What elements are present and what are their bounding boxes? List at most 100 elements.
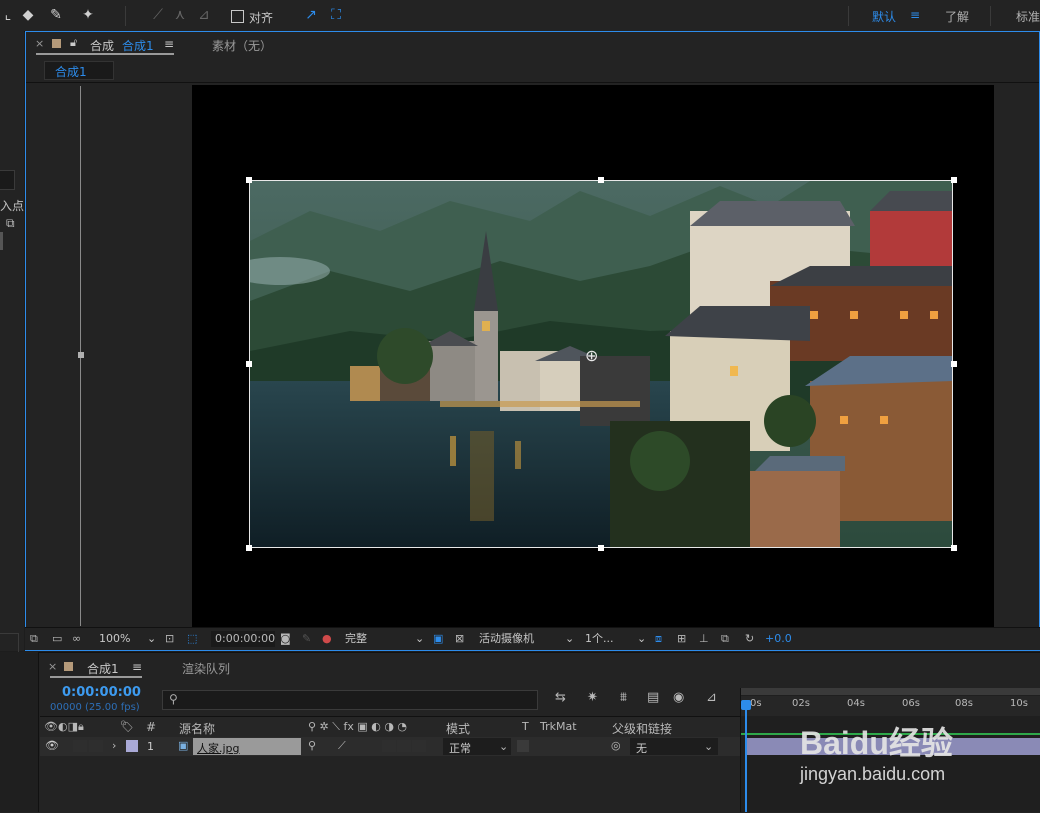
layer-image[interactable] <box>250 181 953 548</box>
quality-switch-icon[interactable]: ⟋ <box>338 739 346 753</box>
ruler-tick: 0s <box>750 698 762 709</box>
search-input[interactable] <box>187 692 531 708</box>
eye-icon[interactable]: 👁︎ <box>45 739 59 752</box>
panel-field[interactable] <box>0 170 15 190</box>
column-source-name[interactable]: 源名称 <box>179 720 215 737</box>
mask-toggle-icon[interactable]: ⬚ <box>187 631 197 647</box>
pickwhip-icon[interactable]: ◎ <box>611 739 621 752</box>
timeline-tab-menu-icon[interactable]: ≡ <box>132 660 142 674</box>
watermark-brand: Baidu经验 <box>800 725 953 761</box>
current-time[interactable]: 0:00:00:00 <box>62 685 141 700</box>
layer-search[interactable]: ⚲ <box>162 690 538 710</box>
timecode-field[interactable]: 0:00:00:00 <box>211 631 275 647</box>
pin-tool-b-icon[interactable]: ⋏ <box>172 7 188 23</box>
toggle-pixel-icon[interactable]: ⧈ <box>655 631 662 647</box>
frame-info: 00000 (25.00 fps) <box>50 702 140 713</box>
parent-value: 无 <box>636 742 647 755</box>
playhead-handle[interactable] <box>741 700 751 710</box>
layer-name-field[interactable]: 人家.jpg <box>193 738 301 755</box>
camera-dropdown[interactable]: 活动摄像机 ⌄ <box>479 630 575 647</box>
frame-blending-icon[interactable]: ▤ <box>647 690 659 705</box>
roto-brush-tool-icon[interactable]: ✎ <box>48 7 64 23</box>
work-area-bar[interactable] <box>741 688 1040 695</box>
layer-number: 1 <box>147 740 154 753</box>
layer-label-color[interactable] <box>126 740 138 752</box>
label-icon[interactable]: 🏷︎ <box>120 720 134 733</box>
fit-frame-icon[interactable]: ⊡ <box>165 631 174 647</box>
flowchart-icon[interactable]: ⧉ <box>721 631 729 647</box>
column-t: T <box>522 720 529 733</box>
snapshot-icon[interactable]: ◙ <box>280 631 291 647</box>
pin-tool-a-icon[interactable]: ⟋ <box>150 7 166 23</box>
snap-grid-icon[interactable]: ⛶ <box>328 7 344 23</box>
render-queue-tab[interactable]: 渲染队列 <box>182 660 230 677</box>
footage-tab[interactable]: 素材（无） <box>212 37 272 54</box>
handle-top-right[interactable] <box>951 177 957 183</box>
column-parent[interactable]: 父级和链接 <box>612 720 672 737</box>
eraser-tool-icon[interactable]: ◆ <box>20 7 36 23</box>
always-preview-icon[interactable]: ⧉ <box>30 631 38 647</box>
region-of-interest-icon[interactable]: ▣ <box>433 631 443 647</box>
comp-tab-menu-icon[interactable]: ≡ <box>164 37 174 51</box>
chevron-down-icon: ⌄ <box>704 740 714 753</box>
text-tool-icon[interactable]: ⌞ <box>0 7 16 23</box>
workspace-default[interactable]: 默认 <box>872 8 896 25</box>
channel-icon[interactable]: ● <box>322 631 332 647</box>
fast-preview-icon[interactable]: ⊞ <box>677 631 686 647</box>
views-dropdown[interactable]: 1个... ⌄ <box>585 630 647 647</box>
timeline-tab-label[interactable]: 合成1 <box>87 660 119 677</box>
column-trkmat[interactable]: TrkMat <box>540 720 577 733</box>
chevron-right-icon[interactable]: › <box>112 739 116 752</box>
handle-bottom-center[interactable] <box>598 545 604 551</box>
handle-mid-left[interactable] <box>246 361 252 367</box>
snap-arrow-icon[interactable]: ↗ <box>303 7 319 23</box>
breadcrumb[interactable]: 合成1 <box>44 61 114 80</box>
anchor-point-icon[interactable]: ⊕ <box>585 346 598 365</box>
workspace-learn[interactable]: 了解 <box>945 8 969 25</box>
handle-top-center[interactable] <box>598 177 604 183</box>
flowchart-icon[interactable]: ⧉ <box>6 216 15 231</box>
shy-layers-icon[interactable]: ⩩ <box>620 690 627 705</box>
search-icon: ⚲ <box>169 692 178 706</box>
resolution-value: 完整 <box>345 632 367 645</box>
trkmat-field[interactable] <box>517 740 529 752</box>
column-mode[interactable]: 模式 <box>446 720 470 737</box>
video-toggle-icon[interactable]: 👁︎◐◨🔒︎ <box>44 720 84 734</box>
transparency-grid-icon[interactable]: ⊠ <box>455 631 464 647</box>
reset-exposure-icon[interactable]: ↻ <box>745 631 754 647</box>
close-tab-icon[interactable]: × <box>35 37 44 50</box>
views-value: 1个... <box>585 632 614 645</box>
mode-dropdown[interactable]: 正常 ⌄ <box>443 738 511 755</box>
close-timeline-tab-icon[interactable]: × <box>48 660 57 673</box>
camera-value: 活动摄像机 <box>479 632 534 645</box>
viewer-controls: ⧉ ▭ ∞ 100% ⌄ ⊡ ⬚ 0:00:00:00 ◙ ✎ ● 完整 ⌄ ▣ ⊠… <box>25 627 1040 650</box>
parent-dropdown[interactable]: 无 ⌄ <box>630 738 718 755</box>
show-snapshot-icon[interactable]: ✎ <box>302 631 311 647</box>
lock-icon[interactable]: 🔓︎ <box>70 36 77 50</box>
comp-tab-label[interactable]: 合成 <box>90 37 114 54</box>
motion-blur-icon[interactable]: ◉ <box>673 690 684 705</box>
timeline-icon[interactable]: ⊥ <box>699 631 709 647</box>
monitor-icon[interactable]: ▭ <box>52 631 62 647</box>
resolution-dropdown[interactable]: 完整 ⌄ <box>345 630 427 647</box>
exposure-value[interactable]: +0.0 <box>765 631 792 647</box>
comp-mini-flowchart-icon[interactable]: ⇆ <box>555 690 566 705</box>
draft-3d-icon[interactable]: ✷ <box>587 690 598 705</box>
graph-editor-icon[interactable]: ⊿ <box>706 690 717 705</box>
zoom-dropdown[interactable]: 100% ⌄ <box>99 630 157 647</box>
align-checkbox[interactable] <box>231 10 244 23</box>
breadcrumb-comp[interactable]: 合成1 <box>55 63 87 80</box>
handle-top-left[interactable] <box>246 177 252 183</box>
playhead[interactable] <box>745 700 747 812</box>
workspace-menu-icon[interactable]: ≡ <box>910 8 920 22</box>
shy-switch-icon[interactable]: ⚲ <box>308 739 316 752</box>
puppet-pin-tool-icon[interactable]: ✦ <box>80 7 96 23</box>
handle-mid-right[interactable] <box>951 361 957 367</box>
comp-tab-name[interactable]: 合成1 <box>122 37 154 54</box>
vr-icon[interactable]: ∞ <box>72 631 81 647</box>
handle-bottom-left[interactable] <box>246 545 252 551</box>
workspace-standard[interactable]: 标准 <box>1016 8 1040 25</box>
handle-bottom-right[interactable] <box>951 545 957 551</box>
guide-handle[interactable] <box>78 352 84 358</box>
pin-tool-c-icon[interactable]: ⊿ <box>196 7 212 23</box>
